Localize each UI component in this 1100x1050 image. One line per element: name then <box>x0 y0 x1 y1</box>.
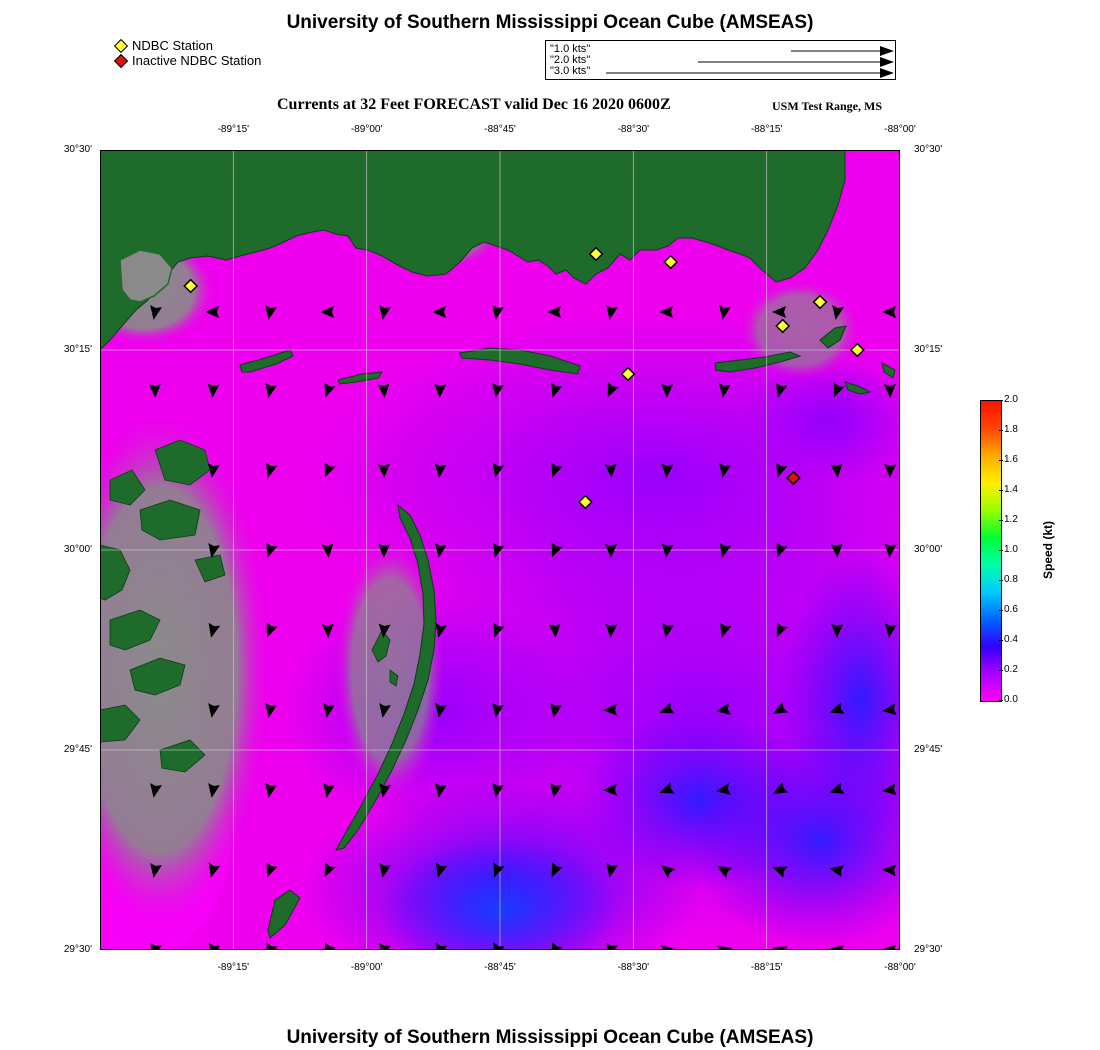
y-tick-label-left: 30°30' <box>63 144 92 155</box>
colorbar-gradient <box>981 401 1001 701</box>
colorbar-tick-label: 0.2 <box>1004 664 1018 675</box>
colorbar-tick-label: 1.0 <box>1004 544 1018 555</box>
colorbar-tick-label: 2.0 <box>1004 394 1018 405</box>
inactive-station-icon <box>113 53 129 68</box>
x-tick-label-bottom: -89°00' <box>350 962 383 973</box>
scale-arrow-1 <box>791 46 894 56</box>
scale-arrow-2 <box>698 57 894 67</box>
x-tick-label-top: -88°15' <box>750 124 783 135</box>
y-tick-label-right: 29°30' <box>914 944 943 955</box>
x-tick-label-bottom: -88°30' <box>617 962 650 973</box>
colorbar-tick-label: 1.8 <box>1004 424 1018 435</box>
colorbar-tick-label: 1.4 <box>1004 484 1018 495</box>
legend-active-station: NDBC Station <box>112 38 213 53</box>
colorbar-tick-label: 1.6 <box>1004 454 1018 465</box>
colorbar-tick-label: 1.2 <box>1004 514 1018 525</box>
x-tick-label-top: -88°45' <box>484 124 516 135</box>
x-tick-label-bottom: -88°15' <box>750 962 783 973</box>
y-tick-label-right: 30°30' <box>914 144 943 155</box>
x-tick-label-top: -88°30' <box>617 124 650 135</box>
colorbar <box>980 400 1002 702</box>
colorbar-tick-label: 0.0 <box>1004 694 1018 705</box>
scale-arrows <box>606 46 894 78</box>
y-tick-label-right: 30°00' <box>914 544 943 555</box>
x-tick-label-top: -89°15' <box>217 124 250 135</box>
legend-active-label: NDBC Station <box>132 38 213 53</box>
y-tick-label-left: 30°15' <box>63 344 92 355</box>
colorbar-tick-mark <box>999 670 1003 671</box>
range-label: USM Test Range, MS <box>772 99 883 113</box>
colorbar-tick-mark <box>999 460 1003 461</box>
y-tick-label-right: 30°15' <box>914 344 943 355</box>
current-map <box>100 150 900 950</box>
colorbar-tick-mark <box>999 580 1003 581</box>
page-title: University of Southern Mississippi Ocean… <box>286 12 814 33</box>
y-tick-label-left: 29°30' <box>63 944 92 955</box>
y-tick-label-left: 30°00' <box>63 544 92 555</box>
x-tick-label-top: -88°00' <box>884 124 916 135</box>
colorbar-tick-mark <box>999 430 1003 431</box>
footer-title: University of Southern Mississippi Ocean… <box>286 1027 814 1048</box>
y-tick-label-right: 29°45' <box>914 744 943 755</box>
colorbar-label: Speed (kt) <box>1041 520 1055 580</box>
y-tick-label-left: 29°45' <box>63 744 92 755</box>
x-tick-label-bottom: -89°15' <box>217 962 250 973</box>
colorbar-tick-label: 0.4 <box>1004 634 1018 645</box>
colorbar-tick-mark <box>999 490 1003 491</box>
scale-arrow-3 <box>606 68 894 78</box>
colorbar-tick-mark <box>999 640 1003 641</box>
vector-scale-box: "1.0 kts" "2.0 kts" "3.0 kts" <box>545 40 896 80</box>
colorbar-tick-mark <box>999 610 1003 611</box>
colorbar-tick-label: 0.6 <box>1004 604 1018 615</box>
x-tick-label-top: -89°00' <box>350 124 383 135</box>
legend-inactive-station: Inactive NDBC Station <box>112 53 261 68</box>
active-station-icon <box>113 38 129 53</box>
colorbar-tick-mark <box>999 700 1003 701</box>
colorbar-tick-mark <box>999 550 1003 551</box>
map-subtitle: Currents at 32 Feet FORECAST valid Dec 1… <box>277 96 671 113</box>
x-tick-label-bottom: -88°45' <box>484 962 516 973</box>
x-tick-label-bottom: -88°00' <box>884 962 916 973</box>
colorbar-tick-label: 0.8 <box>1004 574 1018 585</box>
legend-inactive-label: Inactive NDBC Station <box>132 53 262 68</box>
colorbar-tick-mark <box>999 520 1003 521</box>
colorbar-tick-mark <box>999 400 1003 401</box>
